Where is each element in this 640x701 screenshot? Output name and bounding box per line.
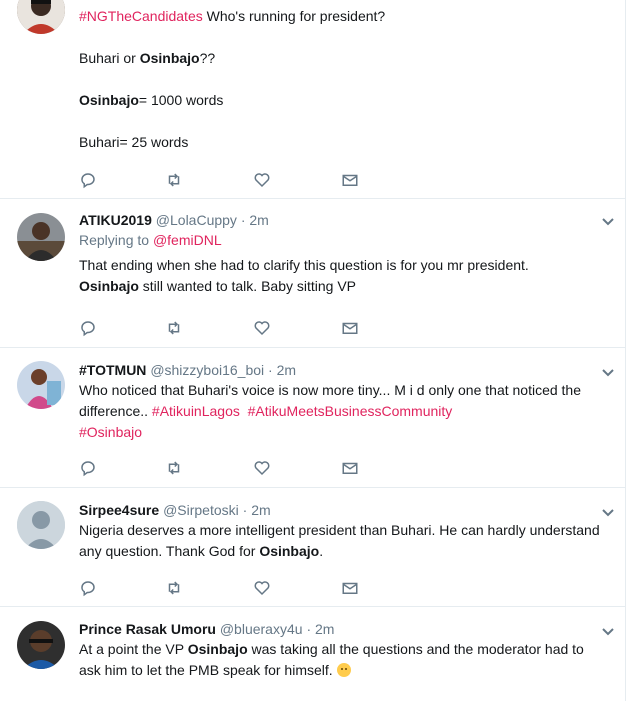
tweet-text: That ending when she had to clarify this… [79,257,529,294]
tweet-timestamp[interactable]: 2m [277,362,296,378]
like-icon[interactable] [253,171,273,191]
retweet-icon[interactable] [165,459,185,479]
tweet-item[interactable]: Sirpee4sure @Sirpetoski · 2m Nigeria des… [0,488,625,607]
hashtag-link[interactable]: #Osinbajo [79,424,142,440]
caret-down-icon[interactable] [601,508,615,518]
reply-icon[interactable] [79,171,99,191]
reply-icon[interactable] [79,459,99,479]
separator-dot: · [268,362,273,378]
hashtag-link[interactable]: #AtikuinLagos [152,403,240,419]
tweet-header: #TOTMUN @shizzyboi16_boi · 2m [79,360,605,380]
tweet-timestamp[interactable]: 2m [315,621,334,637]
tweet-text-line: Buhari or Osinbajo?? [79,50,216,66]
tweet-item[interactable]: Prince Rasak Umoru @blueraxy4u · 2m At a… [0,607,625,701]
retweet-icon[interactable] [165,171,185,191]
tweet-text-line: Osinbajo= 1000 words [79,92,224,108]
avatar[interactable] [17,621,65,669]
like-icon[interactable] [253,579,273,599]
retweet-icon[interactable] [165,319,185,339]
hashtag-link[interactable]: #NGTheCandidates [79,8,203,24]
user-handle[interactable]: @Sirpetoski [163,502,239,518]
tweet-text: At a point the VP Osinbajo was taking al… [79,641,588,678]
tweet-text: #NGTheCandidates Who's running for presi… [79,8,386,24]
mention-link[interactable]: @femiDNL [153,232,222,248]
replying-to: Replying to @femiDNL [79,232,222,248]
separator-dot: · [242,502,248,518]
hashtag-link[interactable]: #AtikuMeetsBusinessCommunity [248,403,453,419]
user-handle[interactable]: @blueraxy4u [220,621,303,637]
tweet-text: Nigeria deserves a more intelligent pres… [79,522,604,559]
message-icon[interactable] [341,319,361,339]
separator-dot: · [306,621,312,637]
tweet-header: Prince Rasak Umoru @blueraxy4u · 2m [79,619,605,639]
caret-down-icon[interactable] [601,217,615,227]
retweet-icon[interactable] [165,579,185,599]
separator-dot: · [240,212,246,228]
user-fullname[interactable]: #TOTMUN [79,362,146,378]
tweet-header: ATIKU2019 @LolaCuppy · 2m [79,210,605,230]
like-icon[interactable] [253,319,273,339]
tweet-text-line: Buhari= 25 words [79,134,189,150]
sad-face-emoji-icon [336,663,351,677]
tweet-text: Who noticed that Buhari's voice is now m… [79,382,585,440]
tweet-header: Sirpee4sure @Sirpetoski · 2m [79,500,605,520]
like-icon[interactable] [253,459,273,479]
user-fullname[interactable]: Prince Rasak Umoru [79,621,216,637]
user-fullname[interactable]: Sirpee4sure [79,502,159,518]
caret-down-icon[interactable] [601,368,615,378]
reply-icon[interactable] [79,579,99,599]
tweet-item[interactable]: #NGTheCandidates Who's running for presi… [0,0,625,199]
reply-icon[interactable] [79,319,99,339]
avatar[interactable] [17,501,65,549]
timeline: #NGTheCandidates Who's running for presi… [0,0,626,701]
user-fullname[interactable]: ATIKU2019 [79,212,152,228]
message-icon[interactable] [341,171,361,191]
user-handle[interactable]: @LolaCuppy [156,212,237,228]
tweet-timestamp[interactable]: 2m [251,502,270,518]
avatar[interactable] [17,0,65,34]
caret-down-icon[interactable] [601,627,615,637]
avatar[interactable] [17,361,65,409]
tweet-item[interactable]: #TOTMUN @shizzyboi16_boi · 2m Who notice… [0,348,625,488]
tweet-timestamp[interactable]: 2m [249,212,268,228]
message-icon[interactable] [341,579,361,599]
user-handle[interactable]: @shizzyboi16_boi [150,362,264,378]
avatar[interactable] [17,213,65,261]
tweet-item[interactable]: ATIKU2019 @LolaCuppy · 2m Replying to @f… [0,199,625,348]
message-icon[interactable] [341,459,361,479]
